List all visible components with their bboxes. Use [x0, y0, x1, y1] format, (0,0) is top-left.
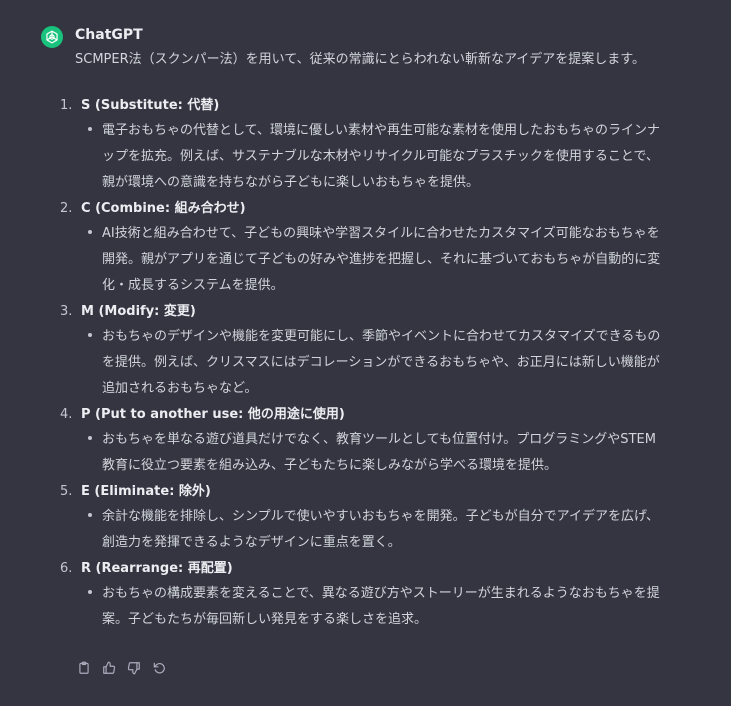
scamper-list: 1. S (Substitute: 代替) 電子おもちゃの代替として、環境に優し… — [60, 96, 680, 636]
bullet-dot-icon — [88, 590, 92, 594]
bullet-point: AI技術と組み合わせて、子どもの興味や学習スタイルに合わせたカスタマイズ可能なお… — [88, 221, 680, 299]
bullet-dot-icon — [88, 436, 92, 440]
list-item: 5. E (Eliminate: 除外) 余計な機能を排除し、シンプルで使いやす… — [60, 482, 680, 556]
list-number: 5. — [60, 484, 73, 499]
bullet-text: おもちゃを単なる遊び道具だけでなく、教育ツールとしても位置付け。プログラミングや… — [102, 432, 656, 473]
bullet-text: AI技術と組み合わせて、子どもの興味や学習スタイルに合わせたカスタマイズ可能なお… — [102, 226, 661, 293]
list-number: 3. — [60, 304, 73, 319]
list-number: 1. — [60, 98, 73, 113]
list-number: 4. — [60, 407, 73, 422]
thumbs-up-icon — [103, 661, 116, 674]
list-item-heading: M (Modify: 変更) — [81, 304, 196, 319]
bullet-point: おもちゃの構成要素を変えることで、異なる遊び方やストーリーが生まれるようなおもち… — [88, 581, 680, 633]
list-item-heading: P (Put to another use: 他の用途に使用) — [81, 407, 345, 422]
list-item: 2. C (Combine: 組み合わせ) AI技術と組み合わせて、子どもの興味… — [60, 199, 680, 299]
list-item-heading: C (Combine: 組み合わせ) — [81, 201, 246, 216]
bullet-dot-icon — [88, 230, 92, 234]
clipboard-icon — [79, 661, 89, 674]
bullet-dot-icon — [88, 127, 92, 131]
thumbs-down-icon — [127, 662, 140, 675]
thumbs-up-button[interactable] — [101, 660, 117, 676]
regenerate-button[interactable] — [151, 660, 167, 676]
list-item: 6. R (Rearrange: 再配置) おもちゃの構成要素を変えることで、異… — [60, 559, 680, 633]
message-author: ChatGPT — [75, 27, 143, 43]
chatgpt-avatar — [41, 26, 63, 48]
bullet-dot-icon — [88, 333, 92, 337]
openai-logo-icon — [46, 30, 58, 44]
bullet-text: おもちゃのデザインや機能を変更可能にし、季節やイベントに合わせてカスタマイズでき… — [102, 329, 661, 396]
bullet-text: 電子おもちゃの代替として、環境に優しい素材や再生可能な素材を使用したおもちゃのラ… — [102, 123, 660, 190]
thumbs-down-button[interactable] — [126, 660, 142, 676]
list-item-heading: S (Substitute: 代替) — [81, 98, 220, 113]
message-actions — [76, 660, 167, 676]
bullet-point: おもちゃを単なる遊び道具だけでなく、教育ツールとしても位置付け。プログラミングや… — [88, 427, 680, 479]
list-item-heading: R (Rearrange: 再配置) — [81, 561, 233, 576]
list-item: 4. P (Put to another use: 他の用途に使用) おもちゃを… — [60, 405, 680, 479]
bullet-point: 余計な機能を排除し、シンプルで使いやすいおもちゃを開発。子どもが自分でアイデアを… — [88, 504, 680, 556]
bullet-point: 電子おもちゃの代替として、環境に優しい素材や再生可能な素材を使用したおもちゃのラ… — [88, 118, 680, 196]
list-item: 1. S (Substitute: 代替) 電子おもちゃの代替として、環境に優し… — [60, 96, 680, 196]
list-number: 2. — [60, 201, 73, 216]
copy-button[interactable] — [76, 660, 92, 676]
bullet-text: 余計な機能を排除し、シンプルで使いやすいおもちゃを開発。子どもが自分でアイデアを… — [102, 509, 660, 550]
message-intro: SCMPER法（スクンパー法）を用いて、従来の常識にとらわれない斬新なアイデアを… — [75, 52, 645, 67]
list-item: 3. M (Modify: 変更) おもちゃのデザインや機能を変更可能にし、季節… — [60, 302, 680, 402]
bullet-dot-icon — [88, 513, 92, 517]
bullet-point: おもちゃのデザインや機能を変更可能にし、季節やイベントに合わせてカスタマイズでき… — [88, 324, 680, 402]
list-number: 6. — [60, 561, 73, 576]
bullet-text: おもちゃの構成要素を変えることで、異なる遊び方やストーリーが生まれるようなおもち… — [102, 586, 660, 627]
regenerate-icon — [153, 662, 165, 674]
list-item-heading: E (Eliminate: 除外) — [81, 484, 211, 499]
